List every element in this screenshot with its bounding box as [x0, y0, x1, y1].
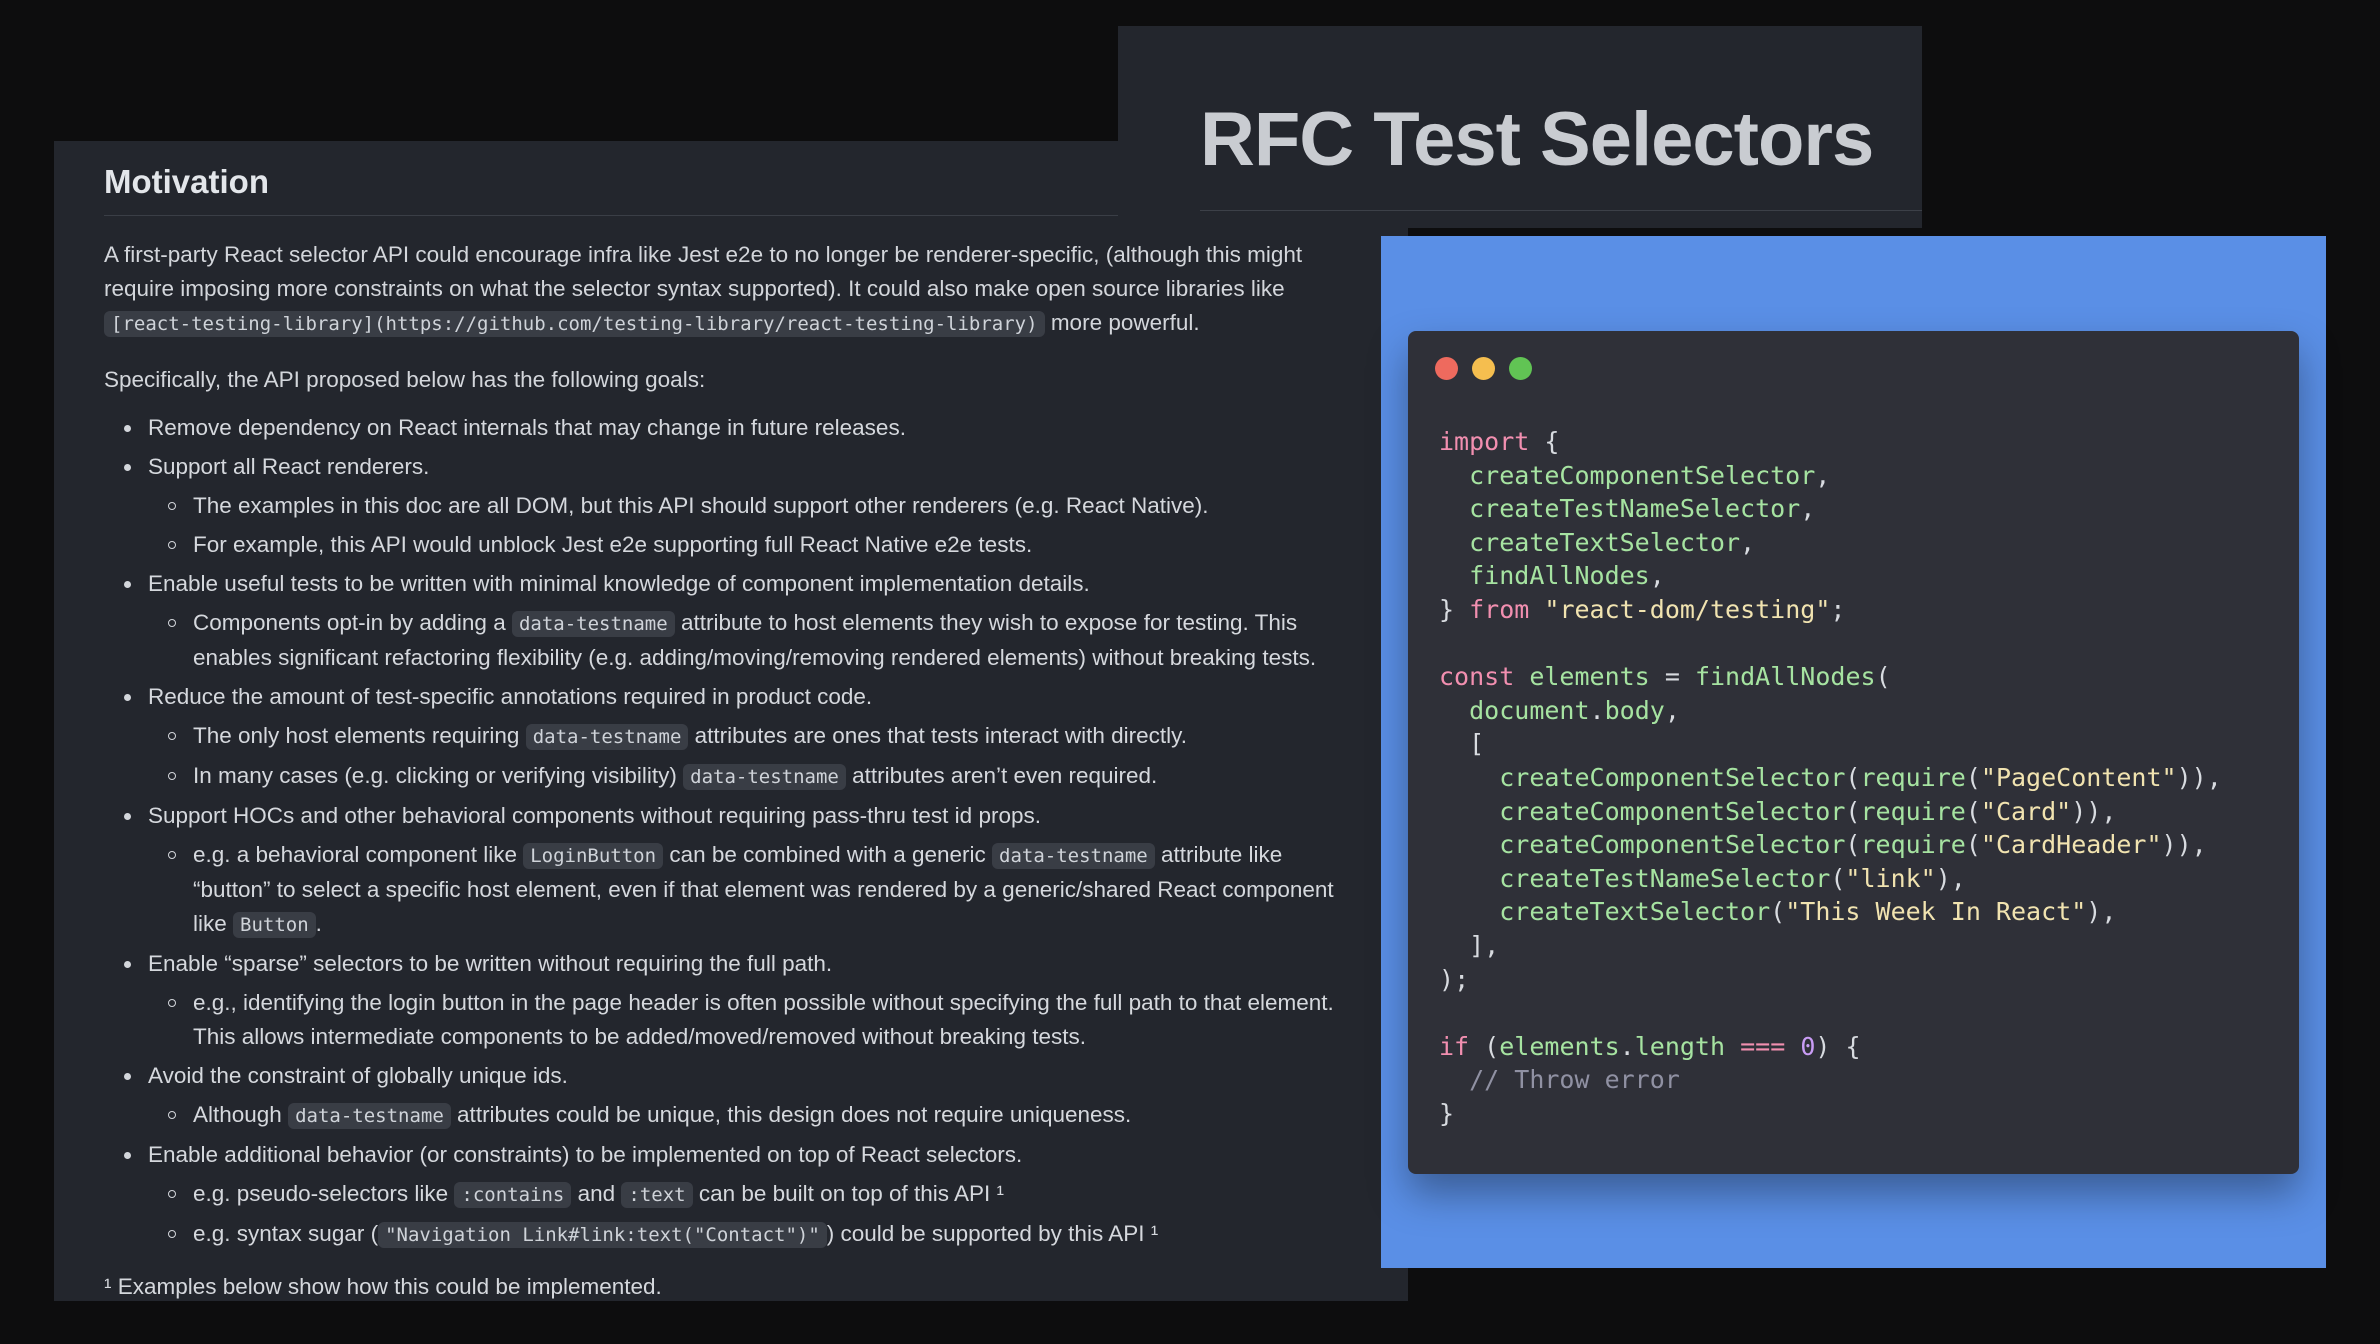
inline-code: data-testname	[525, 724, 689, 750]
window-controls	[1435, 357, 1546, 385]
sub-list-item: e.g. syntax sugar ("Navigation Link#link…	[148, 1217, 1358, 1252]
sub-list-item: e.g. a behavioral component like LoginBu…	[148, 838, 1358, 942]
code-block: import { createComponentSelector, create…	[1439, 425, 2222, 1130]
code-line: }	[1439, 1098, 1455, 1128]
sub-list-item: The examples in this doc are all DOM, bu…	[148, 489, 1358, 523]
code-line: } from "react-dom/testing";	[1439, 594, 1846, 624]
sub-list-item: For example, this API would unblock Jest…	[148, 528, 1358, 562]
code-line: createTestNameSelector,	[1469, 494, 1816, 524]
sub-list-item: e.g., identifying the login button in th…	[148, 986, 1358, 1054]
list-item: Avoid the constraint of globally unique …	[104, 1059, 1358, 1133]
code-line: ],	[1469, 930, 1500, 960]
close-dot-icon	[1435, 357, 1458, 380]
sub-list-item: The only host elements requiring data-te…	[148, 719, 1358, 754]
goals-intro: Specifically, the API proposed below has…	[104, 367, 706, 392]
list-item: Enable additional behavior (or constrain…	[104, 1138, 1358, 1252]
footnote: ¹ Examples below show how this could be …	[104, 1274, 662, 1299]
section-heading: Motivation	[104, 163, 1164, 216]
doc-panel: Motivation A first-party React selector …	[54, 141, 1408, 1301]
inline-code: LoginButton	[523, 843, 664, 869]
code-line: createComponentSelector(require("Card"))…	[1499, 796, 2117, 826]
inline-code: [react-testing-library](https://github.c…	[104, 311, 1045, 337]
code-line: createComponentSelector(require("CardHea…	[1499, 830, 2207, 860]
code-comment: // Throw error	[1469, 1065, 1680, 1095]
goals-list: Remove dependency on React internals tha…	[104, 411, 1358, 1252]
code-line: createComponentSelector,	[1469, 460, 1831, 490]
intro-paragraph: A first-party React selector API could e…	[104, 242, 1303, 337]
maximize-dot-icon	[1509, 357, 1532, 380]
list-item: Enable “sparse” selectors to be written …	[104, 947, 1358, 1054]
code-line: createTextSelector("This Week In React")…	[1499, 897, 2117, 927]
code-line: createTextSelector,	[1469, 527, 1756, 557]
inline-code: :text	[621, 1182, 693, 1208]
list-item: Support all React renderers. The example…	[104, 450, 1358, 562]
inline-code: "Navigation Link#link:text("Contact")"	[378, 1222, 827, 1248]
code-line: if (elements.length === 0) {	[1439, 1031, 1861, 1061]
inline-code: data-testname	[683, 764, 846, 790]
list-item: Support HOCs and other behavioral compon…	[104, 799, 1358, 942]
inline-code: data-testname	[992, 843, 1155, 869]
title-divider	[1200, 210, 1922, 211]
list-item: Remove dependency on React internals tha…	[104, 411, 1358, 445]
sub-list-item: Although data-testname attributes could …	[148, 1098, 1358, 1133]
page-title: RFC Test Selectors	[1200, 97, 1874, 182]
code-line: [	[1469, 729, 1485, 759]
list-item: Reduce the amount of test-specific annot…	[104, 680, 1358, 794]
sub-list-item: Components opt-in by adding a data-testn…	[148, 606, 1358, 675]
code-line: createTestNameSelector("link"),	[1499, 863, 1966, 893]
inline-code: data-testname	[288, 1103, 451, 1129]
code-line: findAllNodes,	[1469, 561, 1665, 591]
code-line: const elements = findAllNodes(	[1439, 662, 1891, 692]
code-line: createComponentSelector(require("PageCon…	[1499, 762, 2222, 792]
sub-list-item: In many cases (e.g. clicking or verifyin…	[148, 759, 1358, 794]
list-item: Enable useful tests to be written with m…	[104, 567, 1358, 675]
sub-list-item: e.g. pseudo-selectors like :contains and…	[148, 1177, 1358, 1212]
code-window: import { createComponentSelector, create…	[1408, 331, 2299, 1174]
inline-code: :contains	[454, 1182, 572, 1208]
inline-code: Button	[233, 912, 316, 938]
title-panel: RFC Test Selectors	[1118, 26, 1922, 228]
code-line: // Throw error	[1439, 1065, 1680, 1094]
code-line: import {	[1439, 427, 1560, 456]
minimize-dot-icon	[1472, 357, 1495, 380]
code-line: );	[1439, 964, 1470, 994]
inline-code: data-testname	[511, 611, 675, 637]
code-line: document.body,	[1469, 695, 1680, 725]
code-backdrop: import { createComponentSelector, create…	[1381, 236, 2326, 1268]
